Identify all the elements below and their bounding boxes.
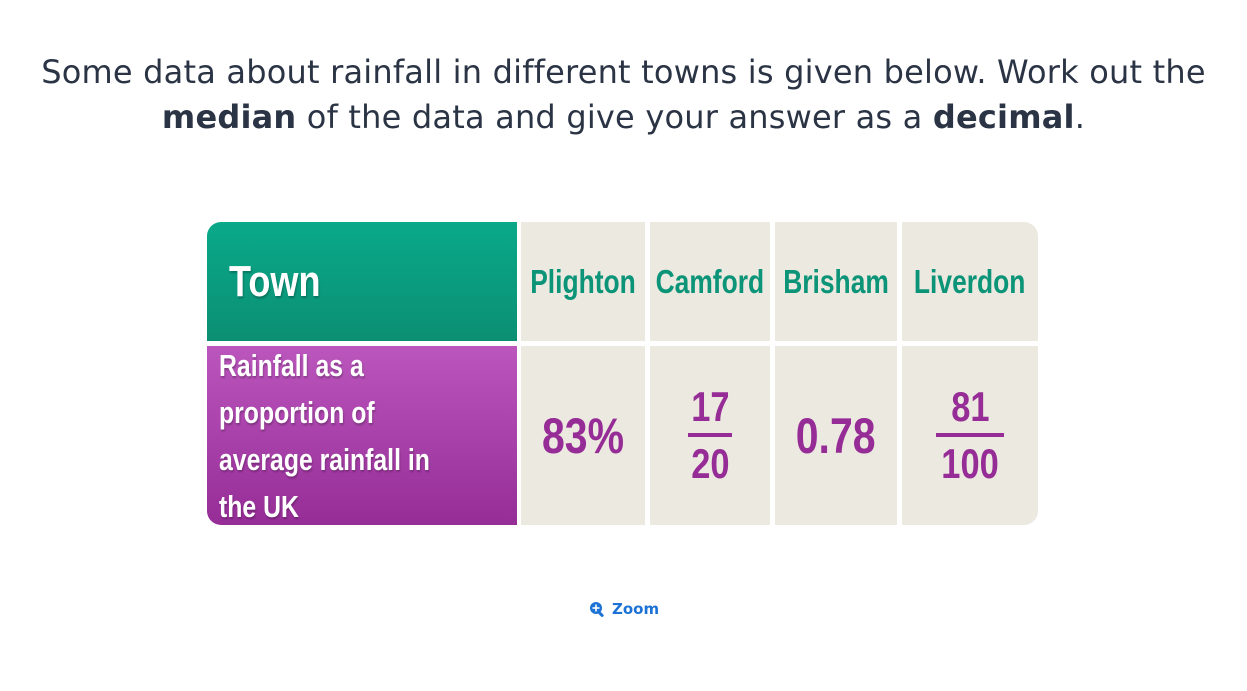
fraction-camford: 17 20: [687, 384, 734, 487]
zoom-label: Zoom: [612, 600, 660, 618]
zoom-button[interactable]: Zoom: [589, 600, 659, 618]
decimal-keyword: decimal: [932, 98, 1075, 136]
value-cell-plighton: 83%: [521, 346, 645, 525]
town-name-plighton: Plighton: [530, 262, 636, 300]
fraction-denominator: 100: [941, 440, 999, 487]
town-cell-brisham: Brisham: [775, 222, 897, 341]
fraction-bar: [688, 433, 732, 437]
town-cell-camford: Camford: [650, 222, 770, 341]
rainfall-table: Town Plighton Camford Brisham Liverdon R…: [207, 222, 1038, 525]
question-line-1-text: Some data about rainfall in different to…: [41, 53, 1206, 91]
value-plighton: 83%: [541, 407, 625, 464]
fraction-bar: [935, 433, 1004, 437]
value-cell-brisham: 0.78: [775, 346, 897, 525]
town-cell-plighton: Plighton: [521, 222, 645, 341]
town-name-camford: Camford: [655, 262, 765, 300]
question-line-2-end: .: [1074, 98, 1086, 136]
value-cell-camford: 17 20: [650, 346, 770, 525]
town-header-label: Town: [229, 256, 321, 306]
question-line-2: median of the data and give your answer …: [0, 95, 1247, 140]
town-name-brisham: Brisham: [783, 262, 889, 300]
value-brisham: 0.78: [796, 407, 876, 464]
fraction-denominator: 20: [690, 440, 730, 487]
rainfall-header-cell: Rainfall as a proportion of average rain…: [207, 346, 517, 525]
value-cell-liverdon: 81 100: [902, 346, 1038, 525]
question-line-1: Some data about rainfall in different to…: [0, 50, 1247, 95]
fraction-numerator: 81: [950, 383, 990, 430]
fraction-numerator: 17: [690, 383, 730, 430]
town-name-liverdon: Liverdon: [914, 262, 1026, 300]
town-cell-liverdon: Liverdon: [902, 222, 1038, 341]
fraction-liverdon: 81 100: [935, 384, 1005, 487]
town-header-cell: Town: [207, 222, 517, 341]
question-text: Some data about rainfall in different to…: [0, 50, 1247, 140]
question-line-2-mid: of the data and give your answer as a: [296, 98, 933, 136]
median-keyword: median: [161, 98, 297, 136]
rainfall-header-label: Rainfall as a proportion of average rain…: [219, 347, 430, 524]
zoom-in-icon: [589, 601, 606, 618]
